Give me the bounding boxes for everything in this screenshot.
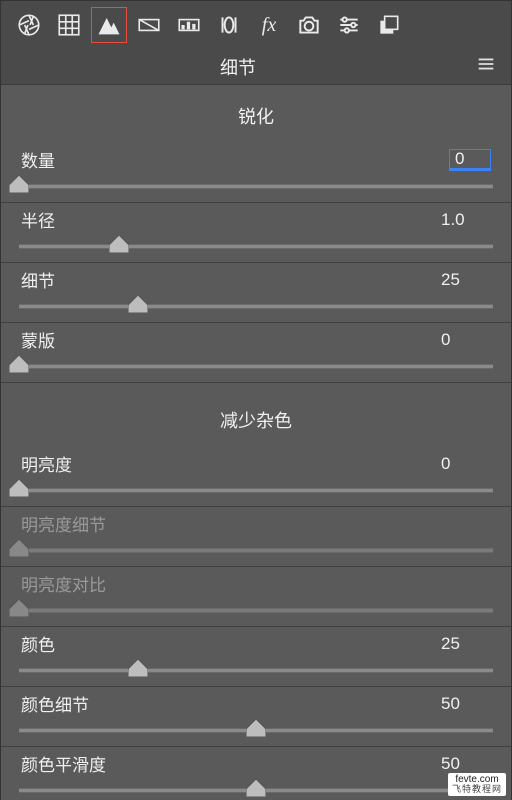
param-value[interactable]: 50 [441, 694, 491, 714]
slider[interactable] [19, 234, 493, 258]
camera-icon[interactable] [291, 7, 327, 43]
slider[interactable] [19, 658, 493, 682]
slider-track [19, 608, 493, 613]
slider [19, 598, 493, 622]
param-row: 蒙版 0 [19, 327, 493, 356]
detail-panel-app: fx 细节 锐化 数量0半径1.0细节25蒙版0 减少杂色 明亮度0明亮度细节明… [0, 0, 512, 800]
exposure-icon[interactable] [131, 7, 167, 43]
slider[interactable] [19, 354, 493, 378]
sharpen-section-title: 锐化 [19, 103, 493, 129]
separator [1, 506, 511, 507]
levels-icon[interactable] [171, 7, 207, 43]
noise-param-3: 颜色 25 [19, 631, 493, 687]
param-row: 半径 1.0 [19, 207, 493, 236]
panel-title-row: 细节 [1, 49, 511, 84]
param-label: 明亮度细节 [21, 511, 106, 536]
param-label: 明亮度对比 [21, 571, 106, 596]
param-label: 细节 [21, 267, 55, 292]
noise-param-1: 明亮度细节 [19, 511, 493, 567]
param-label: 颜色 [21, 631, 55, 656]
noise-section-title: 减少杂色 [19, 407, 493, 433]
slider[interactable] [19, 294, 493, 318]
slider[interactable] [19, 778, 493, 800]
separator [1, 382, 511, 383]
sharpen-param-2: 细节 25 [19, 267, 493, 323]
separator [1, 202, 511, 203]
param-row: 颜色 25 [19, 631, 493, 660]
slider-track [19, 364, 493, 369]
panel-title: 细节 [1, 54, 475, 80]
param-value[interactable]: 1.0 [441, 210, 491, 230]
slider[interactable] [19, 174, 493, 198]
slider-track [19, 304, 493, 309]
separator [1, 566, 511, 567]
param-row: 细节 25 [19, 267, 493, 296]
noise-param-4: 颜色细节 50 [19, 691, 493, 747]
param-value[interactable]: 0 [449, 149, 491, 171]
sharpen-param-1: 半径 1.0 [19, 207, 493, 263]
mountain-icon[interactable] [91, 7, 127, 43]
slider-track [19, 244, 493, 249]
fx-icon[interactable]: fx [251, 7, 287, 43]
noise-param-5: 颜色平滑度 50 [19, 751, 493, 800]
param-value[interactable]: 50 [441, 754, 491, 774]
sliders-icon[interactable] [331, 7, 367, 43]
separator [1, 626, 511, 627]
menu-icon[interactable] [475, 53, 497, 80]
param-label: 数量 [21, 147, 55, 172]
param-label: 半径 [21, 207, 55, 232]
slider-track [19, 668, 493, 673]
grid-icon[interactable] [51, 7, 87, 43]
watermark: fevte.com 飞特教程网 [448, 773, 506, 796]
param-row: 数量 0 [19, 147, 493, 176]
param-label: 颜色细节 [21, 691, 89, 716]
slider [19, 538, 493, 562]
param-value[interactable]: 0 [441, 454, 491, 474]
sharpen-param-0: 数量 0 [19, 147, 493, 203]
param-value[interactable]: 25 [441, 634, 491, 654]
slider-track [19, 488, 493, 493]
param-row: 颜色平滑度 50 [19, 751, 493, 780]
lens-icon[interactable] [211, 7, 247, 43]
noise-param-0: 明亮度 0 [19, 451, 493, 507]
sharpen-param-3: 蒙版 0 [19, 327, 493, 383]
slider[interactable] [19, 478, 493, 502]
separator [1, 686, 511, 687]
param-row: 明亮度对比 [19, 571, 493, 600]
noise-params: 明亮度 0 明亮度细节明亮度对比颜色 25 颜色细节 50 颜色平滑度 50 [19, 451, 493, 800]
param-row: 明亮度 0 [19, 451, 493, 480]
stack-icon[interactable] [371, 7, 407, 43]
param-value[interactable]: 25 [441, 270, 491, 290]
param-row: 颜色细节 50 [19, 691, 493, 720]
noise-param-2: 明亮度对比 [19, 571, 493, 627]
watermark-line2: 飞特教程网 [452, 785, 502, 795]
param-label: 明亮度 [21, 451, 72, 476]
separator [1, 322, 511, 323]
aperture-icon[interactable] [11, 7, 47, 43]
param-row: 明亮度细节 [19, 511, 493, 540]
slider-track [19, 184, 493, 189]
separator [1, 262, 511, 263]
slider[interactable] [19, 718, 493, 742]
separator [1, 746, 511, 747]
panel-body: 锐化 数量 0 半径 1.0 细节 25 蒙版 0 减少杂色 明亮度 0 明亮度细节明亮度对比颜色… [1, 84, 511, 800]
slider-track [19, 548, 493, 553]
param-label: 蒙版 [21, 327, 55, 352]
param-value[interactable]: 0 [441, 330, 491, 350]
param-label: 颜色平滑度 [21, 751, 106, 776]
sharpen-params: 数量 0 半径 1.0 细节 25 蒙版 0 [19, 147, 493, 383]
toolbar: fx [1, 1, 511, 49]
